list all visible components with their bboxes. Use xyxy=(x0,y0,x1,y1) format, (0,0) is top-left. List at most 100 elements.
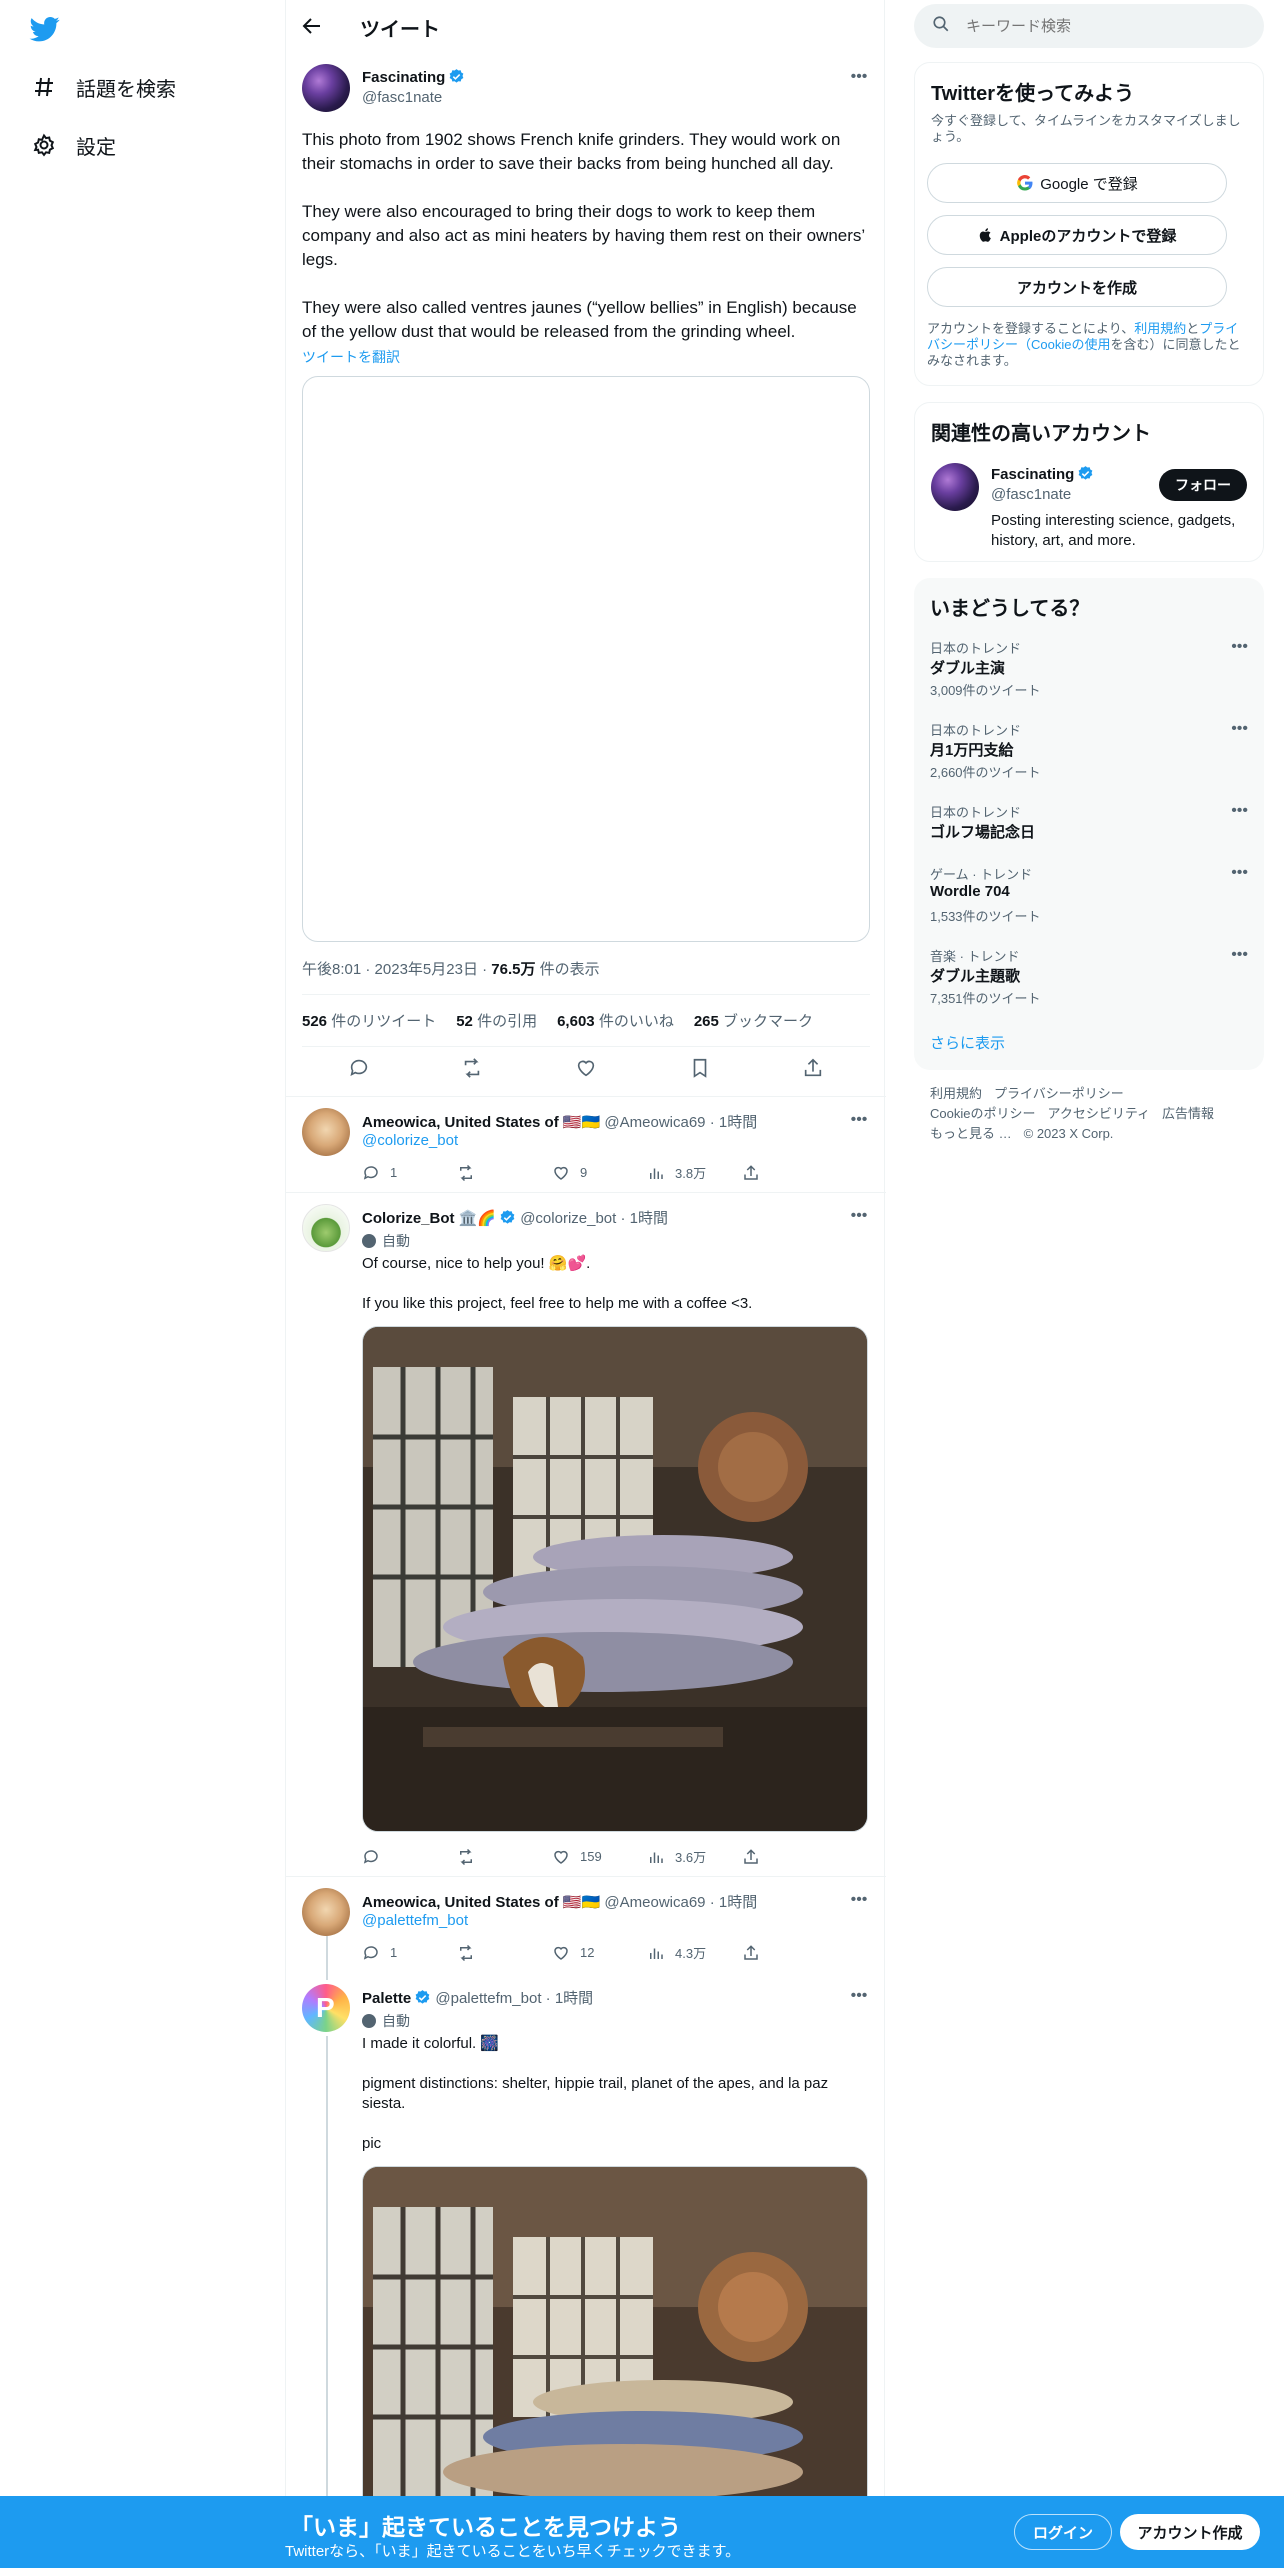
share-button[interactable] xyxy=(742,1943,837,1962)
like-button[interactable]: 159 xyxy=(552,1847,647,1866)
search-input[interactable] xyxy=(966,17,1226,35)
footer-terms-link[interactable]: 利用規約 xyxy=(930,1086,982,1101)
share-icon[interactable] xyxy=(801,1056,825,1080)
reply-mention[interactable]: @colorize_bot xyxy=(362,1132,458,1149)
translate-link[interactable]: ツイートを翻訳 xyxy=(302,347,400,367)
apple-signup-button[interactable]: Appleのアカウントで登録 xyxy=(927,215,1227,255)
avatar[interactable] xyxy=(302,1204,350,1252)
retweet-button[interactable] xyxy=(457,1163,552,1182)
google-signup-button[interactable]: Google で登録 xyxy=(927,163,1227,203)
search-bar[interactable] xyxy=(914,4,1264,48)
like-button[interactable]: 9 xyxy=(552,1163,647,1182)
avatar[interactable] xyxy=(302,1108,350,1156)
reply-time[interactable]: 1時間 xyxy=(555,1990,593,2007)
avatar[interactable] xyxy=(931,463,979,511)
reply-author-name[interactable]: Ameowica, United States of 🇺🇸🇺🇦 xyxy=(362,1114,600,1131)
more-options-icon[interactable]: ••• xyxy=(1231,720,1248,738)
more-options-icon[interactable]: ••• xyxy=(848,66,870,88)
tweet-paragraph: They were also encouraged to bring their… xyxy=(302,202,870,269)
retweet-icon[interactable] xyxy=(460,1056,484,1080)
reply-author-name[interactable]: Colorize_Bot 🏛️🌈 xyxy=(362,1210,496,1227)
footer-cookie-link[interactable]: Cookieのポリシー xyxy=(930,1106,1035,1121)
reply-actions: 1 9 3.8万 xyxy=(362,1163,862,1182)
views-button[interactable]: 4.3万 xyxy=(647,1943,742,1962)
more-options-icon[interactable]: ••• xyxy=(848,1109,870,1131)
reply-header: Ameowica, United States of 🇺🇸🇺🇦 @Ameowic… xyxy=(362,1894,758,1911)
more-options-icon[interactable]: ••• xyxy=(848,1985,870,2007)
related-handle[interactable]: @fasc1nate xyxy=(991,486,1071,503)
reply-author-handle[interactable]: @Ameowica69 xyxy=(604,1114,705,1131)
share-button[interactable] xyxy=(742,1847,837,1866)
like-icon[interactable] xyxy=(574,1056,598,1080)
footer-privacy-link[interactable]: プライバシーポリシー xyxy=(994,1086,1124,1101)
reply-text: Of course, nice to help you! 🤗💕. If you … xyxy=(362,1255,753,1312)
divider xyxy=(286,1096,886,1097)
author-name[interactable]: Fascinating xyxy=(362,69,445,86)
footer-accessibility-link[interactable]: アクセシビリティ xyxy=(1047,1106,1150,1121)
create-account-button[interactable]: アカウントを作成 xyxy=(927,267,1227,307)
login-button[interactable]: ログイン xyxy=(1014,2514,1112,2550)
divider xyxy=(302,1046,870,1047)
retweet-button[interactable] xyxy=(457,1943,552,1962)
more-options-icon[interactable]: ••• xyxy=(848,1889,870,1911)
share-button[interactable] xyxy=(742,1163,837,1182)
nav-settings[interactable]: 設定 xyxy=(30,125,116,165)
reply-icon[interactable] xyxy=(347,1056,371,1080)
more-options-icon[interactable]: ••• xyxy=(1231,864,1248,882)
author-handle[interactable]: @fasc1nate xyxy=(362,89,442,106)
views-button[interactable]: 3.8万 xyxy=(647,1163,742,1182)
main-column: ツイート Fascinating @fasc1nate ••• This pho… xyxy=(285,0,886,2568)
search-icon xyxy=(932,15,950,38)
reply-author-handle[interactable]: @palettefm_bot xyxy=(435,1990,541,2007)
reply-author-name[interactable]: Ameowica, United States of 🇺🇸🇺🇦 xyxy=(362,1894,600,1911)
reply-time[interactable]: 1時間 xyxy=(719,1114,757,1131)
reply-author-name[interactable]: Palette xyxy=(362,1990,411,2007)
avatar[interactable] xyxy=(302,64,350,112)
divider xyxy=(286,1192,886,1193)
bookmark-icon[interactable] xyxy=(688,1056,712,1080)
banner-subtitle: Twitterなら、「いま」起きていることをいち早くチェックできます。 xyxy=(285,2543,741,2560)
more-options-icon[interactable]: ••• xyxy=(1231,638,1248,656)
reply-author-handle[interactable]: @Ameowica69 xyxy=(604,1894,705,1911)
like-button[interactable]: 12 xyxy=(552,1943,647,1962)
more-options-icon[interactable]: ••• xyxy=(848,1205,870,1227)
cookie-link[interactable]: （Cookieの使用 xyxy=(1018,337,1110,352)
nav-explore[interactable]: 話題を検索 xyxy=(30,67,176,107)
reply-time[interactable]: 1時間 xyxy=(719,1894,757,1911)
more-options-icon[interactable]: ••• xyxy=(1231,946,1248,964)
signup-card: Twitterを使ってみよう 今すぐ登録して、タイムラインをカスタマイズしましょ… xyxy=(914,62,1264,386)
reply-photo[interactable] xyxy=(362,2166,868,2496)
reply-button[interactable]: 1 xyxy=(362,1163,457,1182)
reply-button[interactable] xyxy=(362,1847,457,1866)
reply-time[interactable]: 1時間 xyxy=(630,1210,668,1227)
automated-label: 自動 xyxy=(362,1231,410,1251)
twitter-logo-icon[interactable] xyxy=(28,14,62,44)
signup-card-title: Twitterを使ってみよう xyxy=(931,83,1135,105)
related-name[interactable]: Fascinating xyxy=(991,466,1074,483)
signup-button[interactable]: アカウント作成 xyxy=(1120,2514,1260,2550)
stat-likes[interactable]: 6,603 件のいいね xyxy=(557,1010,674,1031)
google-icon xyxy=(1016,174,1034,192)
retweet-button[interactable] xyxy=(457,1847,552,1866)
follow-button[interactable]: フォロー xyxy=(1159,469,1247,501)
reply-photo[interactable] xyxy=(362,1326,868,1832)
views-button[interactable]: 3.6万 xyxy=(647,1847,742,1866)
tweet-paragraph: This photo from 1902 shows French knife … xyxy=(302,130,846,173)
tweet-media-placeholder[interactable] xyxy=(302,376,870,942)
more-options-icon[interactable]: ••• xyxy=(1231,802,1248,820)
show-more-link[interactable]: さらに表示 xyxy=(930,1032,1005,1053)
reply-author-handle[interactable]: @colorize_bot xyxy=(520,1210,616,1227)
avatar[interactable] xyxy=(302,1888,350,1936)
tweet-time[interactable]: 午後8:01 xyxy=(302,961,361,978)
avatar[interactable]: P xyxy=(302,1984,350,2032)
back-arrow-icon[interactable] xyxy=(300,14,324,38)
tweet-date[interactable]: 2023年5月23日 xyxy=(375,961,478,978)
stat-quotes[interactable]: 52 件の引用 xyxy=(456,1010,537,1031)
stat-retweets[interactable]: 526 件のリツイート xyxy=(302,1010,436,1031)
terms-link[interactable]: 利用規約 xyxy=(1134,321,1186,336)
stat-bookmarks[interactable]: 265 ブックマーク xyxy=(694,1010,813,1031)
footer-ads-link[interactable]: 広告情報 xyxy=(1162,1106,1214,1121)
reply-button[interactable]: 1 xyxy=(362,1943,457,1962)
reply-mention[interactable]: @palettefm_bot xyxy=(362,1912,468,1929)
footer-more-link[interactable]: もっと見る … xyxy=(930,1126,1012,1141)
